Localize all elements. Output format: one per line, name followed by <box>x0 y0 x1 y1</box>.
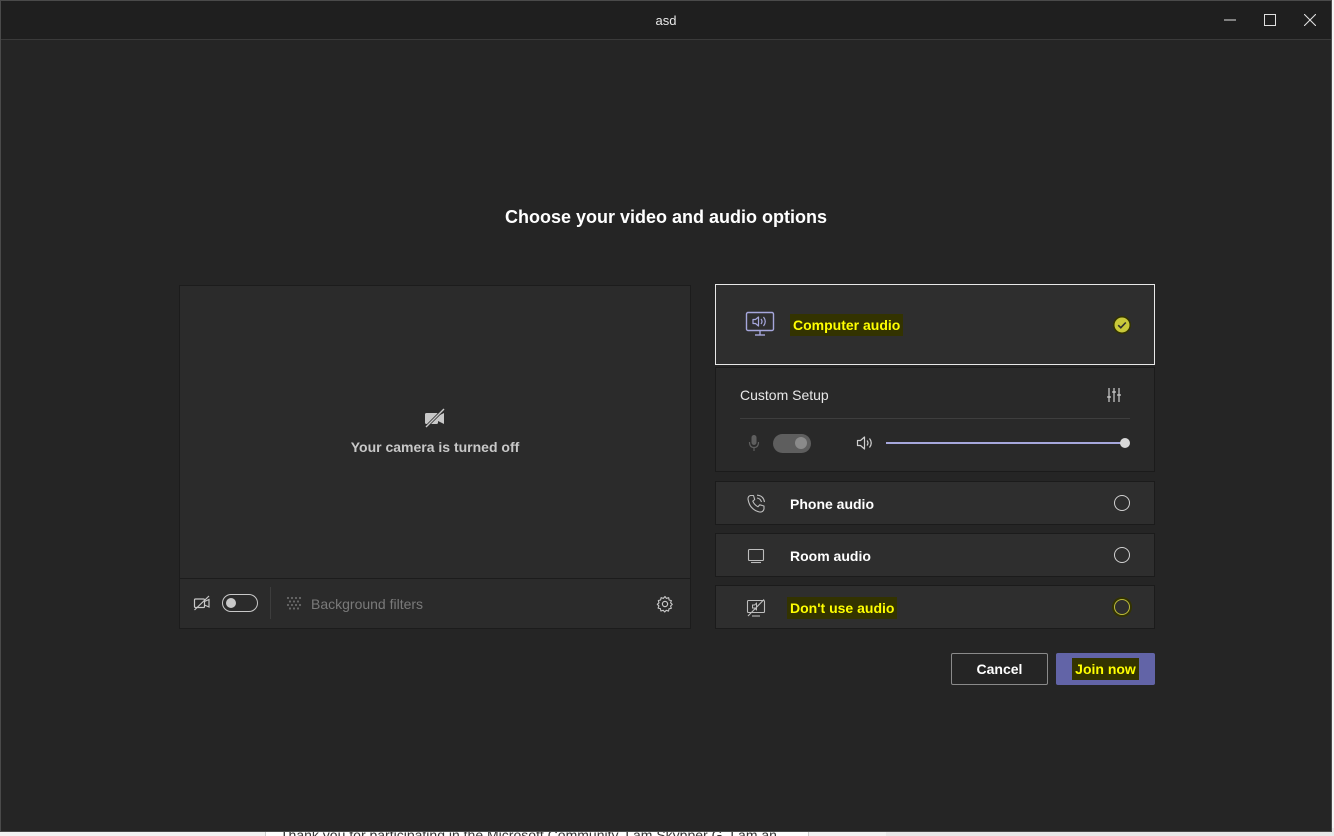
minimize-button[interactable] <box>1210 1 1250 39</box>
title-bar: asd <box>1 1 1331 40</box>
microphone-icon <box>748 435 760 451</box>
maximize-button[interactable] <box>1250 1 1290 39</box>
microphone-toggle[interactable] <box>773 434 811 453</box>
minimize-icon <box>1224 19 1236 21</box>
controls-divider <box>270 587 271 619</box>
no-audio-label: Don't use audio <box>790 600 895 616</box>
computer-audio-label: Computer audio <box>793 317 901 333</box>
no-audio-icon <box>746 599 766 617</box>
room-audio-radio[interactable] <box>1114 547 1130 563</box>
camera-status-text: Your camera is turned off <box>350 439 520 455</box>
custom-setup-divider <box>740 418 1130 419</box>
volume-slider-thumb[interactable] <box>1120 438 1130 448</box>
close-icon <box>1304 14 1316 26</box>
phone-icon <box>747 494 766 513</box>
camera-off-indicator: Your camera is turned off <box>180 407 690 455</box>
no-audio-option[interactable]: Don't use audio <box>715 585 1155 629</box>
background-filters-button[interactable]: Background filters <box>311 596 423 612</box>
meeting-join-window: asd Choose your video and audio options … <box>0 0 1332 832</box>
room-device-icon <box>747 548 765 564</box>
volume-slider-track[interactable] <box>886 442 1126 444</box>
close-button[interactable] <box>1290 1 1330 39</box>
video-preview: Your camera is turned off Background fil… <box>179 285 691 629</box>
camera-off-small-icon <box>193 595 210 611</box>
sliders-icon[interactable] <box>1106 387 1122 403</box>
video-controls-bar: Background filters <box>180 578 690 628</box>
window-title: asd <box>655 13 677 28</box>
maximize-icon <box>1264 14 1276 26</box>
microphone-toggle-knob <box>795 437 807 449</box>
camera-toggle[interactable] <box>222 594 258 612</box>
computer-audio-icon <box>745 311 775 336</box>
selected-check-icon <box>1113 316 1131 334</box>
room-audio-option[interactable]: Room audio <box>715 533 1155 577</box>
speaker-icon <box>856 436 872 450</box>
join-now-label: Join now <box>1075 661 1136 677</box>
camera-off-icon <box>424 407 446 429</box>
custom-setup-label: Custom Setup <box>740 387 829 403</box>
background-filters-icon <box>286 596 302 610</box>
join-now-button[interactable]: Join now <box>1056 653 1155 685</box>
camera-toggle-knob <box>226 597 236 608</box>
device-settings-icon[interactable] <box>656 595 674 613</box>
phone-audio-option[interactable]: Phone audio <box>715 481 1155 525</box>
cancel-button[interactable]: Cancel <box>951 653 1048 685</box>
page-title: Choose your video and audio options <box>504 207 827 227</box>
custom-setup-panel: Custom Setup <box>715 367 1155 472</box>
phone-audio-radio[interactable] <box>1114 495 1130 511</box>
no-audio-radio[interactable] <box>1114 599 1130 615</box>
computer-audio-option[interactable]: Computer audio <box>715 284 1155 365</box>
phone-audio-label: Phone audio <box>790 496 874 512</box>
room-audio-label: Room audio <box>790 548 871 564</box>
